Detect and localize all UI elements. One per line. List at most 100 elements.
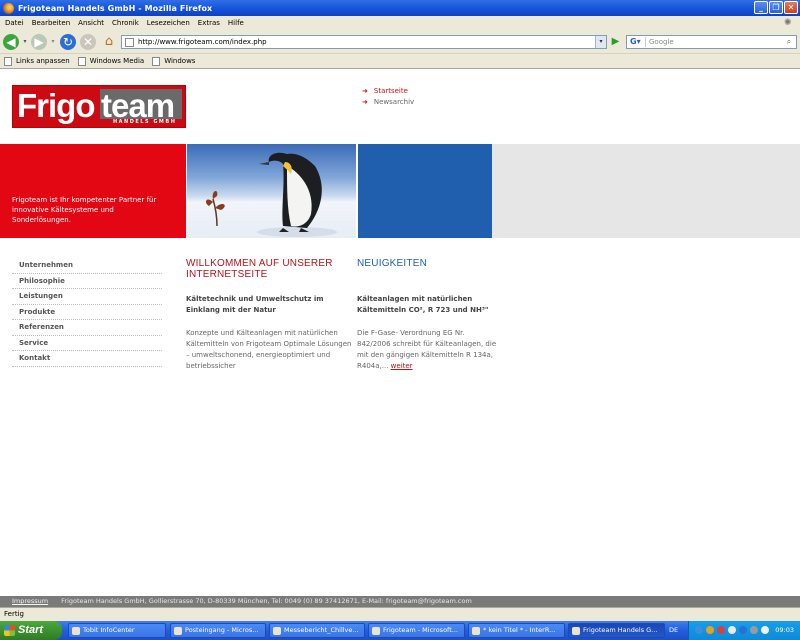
menu-lesezeichen[interactable]: Lesezeichen [147, 19, 190, 27]
url-field[interactable]: http://www.frigoteam.com/index.php [138, 38, 267, 46]
windows-logo-icon [4, 625, 15, 636]
minimize-button[interactable]: _ [754, 1, 768, 14]
tray-icon[interactable] [739, 626, 747, 634]
nav-item-service[interactable]: Service [12, 336, 162, 351]
nav-item-leistungen[interactable]: Leistungen [12, 289, 162, 305]
tray-icon[interactable] [706, 626, 714, 634]
google-engine-icon[interactable]: G▾ [628, 37, 646, 47]
menu-ansicht[interactable]: Ansicht [78, 19, 104, 27]
nav-item-kontakt[interactable]: Kontakt [12, 351, 162, 367]
taskbar-item-tobit[interactable]: Tobit InfoCenter [68, 623, 166, 638]
status-bar: Fertig [0, 607, 800, 621]
go-icon[interactable]: ▶ [609, 35, 622, 49]
menu-chronik[interactable]: Chronik [112, 19, 139, 27]
stop-icon[interactable]: ✕ [80, 34, 96, 50]
tray-icon[interactable] [728, 626, 736, 634]
navigation-toolbar: ◀ ▾ ▶ ▾ ↻ ✕ ⌂ http://www.frigoteam.com/i… [0, 30, 800, 54]
clock: 09:03 [775, 626, 794, 634]
nav-item-referenzen[interactable]: Referenzen [12, 320, 162, 336]
menu-datei[interactable]: Datei [5, 19, 24, 27]
start-button[interactable]: Start [0, 621, 62, 640]
taskbar-item-messebericht[interactable]: Messebericht_Chillve... [269, 623, 365, 638]
home-icon[interactable]: ⌂ [101, 34, 117, 50]
menu-extras[interactable]: Extras [198, 19, 220, 27]
language-indicator[interactable]: DE [669, 621, 678, 640]
welcome-body: Konzepte und Kälteanlagen mit natürliche… [186, 329, 352, 370]
page-content: Frigo team HANDELS GMBH ➜ Startseite ➜ N… [0, 70, 800, 596]
back-history-icon[interactable]: ▾ [21, 34, 29, 50]
side-navigation: Unternehmen Philosophie Leistungen Produ… [12, 258, 162, 367]
welcome-title: WILLKOMMEN AUF UNSERER INTERNETSEITE [186, 258, 333, 280]
status-text: Fertig [4, 610, 24, 618]
news-section: NEUIGKEITEN Kälteanlagen mit natürlichen… [357, 258, 497, 372]
taskbar: Start Tobit InfoCenter Posteingang - Mic… [0, 621, 800, 640]
close-button[interactable]: ✕ [784, 1, 798, 14]
app-icon [72, 627, 80, 635]
nav-item-produkte[interactable]: Produkte [12, 305, 162, 320]
bookmark-windows[interactable]: Windows [152, 56, 195, 66]
nav-item-philosophie[interactable]: Philosophie [12, 274, 162, 289]
nav-item-unternehmen[interactable]: Unternehmen [12, 258, 162, 274]
page-icon [77, 56, 86, 66]
arrow-icon: ➜ [362, 98, 368, 106]
tray-icon[interactable] [750, 626, 758, 634]
taskbar-item-frigoteam-word[interactable]: Frigoteam - Microsoft... [368, 623, 465, 638]
app-icon [472, 627, 480, 635]
intro-band: Frigoteam ist Ihr kompetenter Partner fü… [0, 144, 186, 238]
maximize-button[interactable]: ❐ [769, 1, 783, 14]
menu-bar: Datei Bearbeiten Ansicht Chronik Lesezei… [0, 16, 800, 30]
search-input[interactable]: Google [649, 38, 674, 46]
tray-icon[interactable] [717, 626, 725, 634]
logo-frigo: Frigo [17, 87, 95, 124]
taskbar-item-kein-titel[interactable]: * kein Titel * - InterR... [468, 623, 565, 638]
search-box[interactable]: G▾ Google ⌕ [626, 35, 797, 49]
topnav-item-startseite[interactable]: ➜ Startseite [362, 86, 414, 97]
firefox-icon [572, 627, 580, 635]
site-footer: Impressum Frigoteam Handels GmbH, Gollie… [0, 596, 800, 607]
page-icon [4, 56, 12, 66]
grey-band [492, 144, 800, 238]
news-body: Die F-Gase- Verordnung EG Nr. 842/2006 s… [357, 329, 497, 370]
forward-icon[interactable]: ▶ [31, 34, 47, 50]
forward-history-icon[interactable]: ▾ [49, 34, 57, 50]
penguin-photo [187, 144, 356, 238]
logo-subtitle: HANDELS GMBH [113, 119, 177, 125]
app-icon [174, 627, 182, 635]
window-title: Frigoteam Handels GmbH - Mozilla Firefox [18, 3, 213, 13]
arrow-icon: ➜ [362, 87, 368, 95]
menu-bearbeiten[interactable]: Bearbeiten [32, 19, 70, 27]
bookmarks-bar: Links anpassen Windows Media Windows [0, 54, 800, 69]
taskbar-item-posteingang[interactable]: Posteingang - Micros... [170, 623, 266, 638]
search-icon[interactable]: ⌕ [783, 36, 795, 48]
page-icon [125, 38, 134, 47]
tray-icon[interactable] [695, 626, 703, 634]
app-icon [273, 627, 281, 635]
back-icon[interactable]: ◀ [3, 34, 19, 50]
address-bar[interactable]: http://www.frigoteam.com/index.php ▾ [121, 35, 607, 49]
footer-address: Frigoteam Handels GmbH, Gollierstrasse 7… [61, 597, 472, 605]
firefox-icon [3, 2, 14, 14]
top-navigation: ➜ Startseite ➜ Newsarchiv [362, 86, 414, 108]
welcome-section: WILLKOMMEN AUF UNSERER INTERNETSEITE Käl… [186, 258, 354, 372]
topnav-item-newsarchiv[interactable]: ➜ Newsarchiv [362, 97, 414, 108]
app-icon [372, 627, 380, 635]
system-tray: DE 09:03 [669, 621, 800, 640]
bookmark-windows-media[interactable]: Windows Media [77, 56, 144, 66]
throbber-icon: ✺ [784, 18, 792, 28]
menu-hilfe[interactable]: Hilfe [228, 19, 244, 27]
frigoteam-logo[interactable]: Frigo team HANDELS GMBH [12, 85, 186, 128]
penguin-illustration [206, 152, 337, 237]
news-title: NEUIGKEITEN [357, 258, 427, 269]
news-subtitle: Kälteanlagen mit natürlichen Kältemittel… [357, 295, 489, 314]
bookmark-links-anpassen[interactable]: Links anpassen [4, 56, 70, 66]
url-dropdown-icon[interactable]: ▾ [595, 36, 606, 48]
blue-band [358, 144, 492, 238]
news-more-link[interactable]: weiter [391, 362, 413, 370]
title-bar: Frigoteam Handels GmbH - Mozilla Firefox… [0, 0, 800, 16]
intro-text: Frigoteam ist Ihr kompetenter Partner fü… [12, 196, 157, 224]
welcome-subtitle: Kältetechnik und Umweltschutz im Einklan… [186, 295, 324, 314]
tray-icon[interactable] [761, 626, 769, 634]
impressum-link[interactable]: Impressum [12, 596, 48, 607]
reload-icon[interactable]: ↻ [60, 34, 76, 50]
taskbar-item-firefox[interactable]: Frigoteam Handels G... [568, 623, 665, 638]
